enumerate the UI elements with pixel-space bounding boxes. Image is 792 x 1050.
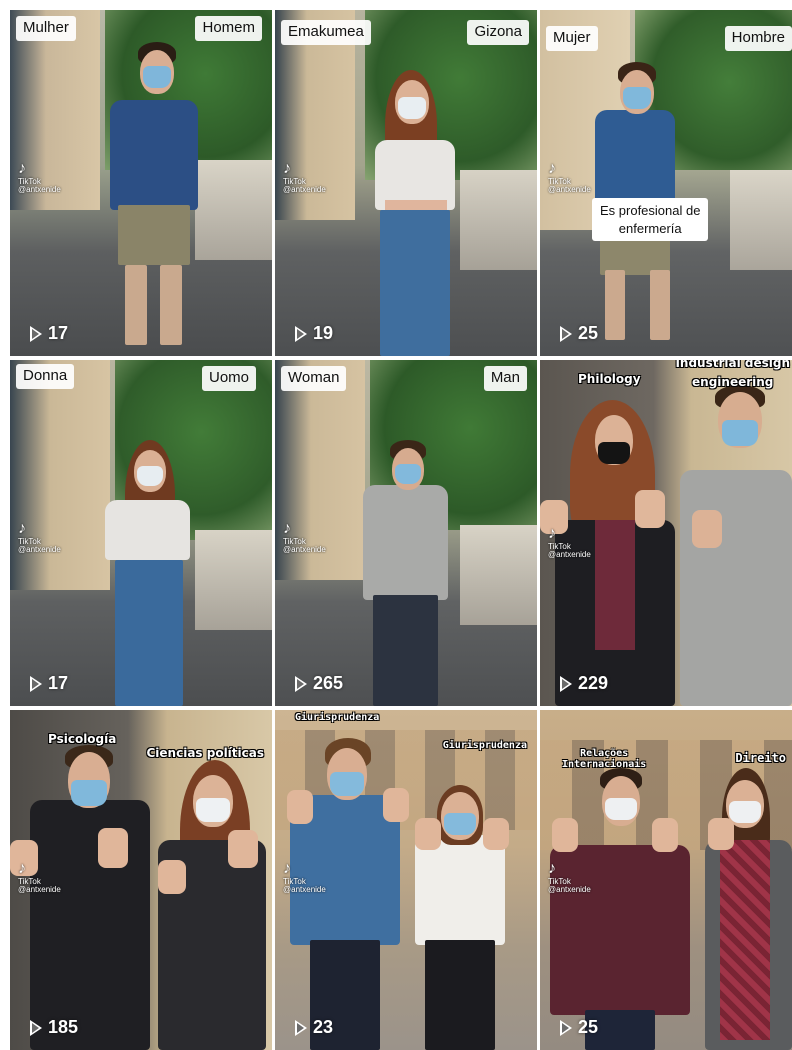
tiktok-watermark: ♪ TikTok @antxenide bbox=[18, 160, 61, 195]
tile-label-right: Uomo bbox=[201, 366, 256, 391]
tiktok-watermark: ♪ TikTok @antxenide bbox=[283, 160, 326, 195]
tiktok-logo-icon: ♪ bbox=[18, 860, 26, 877]
view-count: 23 bbox=[295, 1017, 333, 1038]
tiktok-logo-icon: ♪ bbox=[548, 860, 556, 877]
tiktok-watermark: ♪ TikTok @antxenide bbox=[18, 860, 61, 895]
view-count: 25 bbox=[560, 1017, 598, 1038]
tiktok-logo-icon: ♪ bbox=[548, 525, 556, 542]
view-count: 185 bbox=[30, 1017, 78, 1038]
view-count: 17 bbox=[30, 673, 68, 694]
view-count: 19 bbox=[295, 323, 333, 344]
view-count: 17 bbox=[30, 323, 68, 344]
play-icon bbox=[560, 325, 572, 342]
play-icon bbox=[560, 1019, 572, 1036]
video-tile-2[interactable]: Emakumea Gizona ♪ TikTok @antxenide 19 bbox=[275, 10, 537, 356]
play-icon bbox=[560, 675, 572, 692]
tiktok-logo-icon: ♪ bbox=[283, 860, 291, 877]
video-tile-4[interactable]: Donna Uomo ♪ TikTok @antxenide 17 bbox=[10, 360, 272, 706]
tiktok-logo-icon: ♪ bbox=[283, 160, 291, 177]
video-caption: Es profesional de enfermería bbox=[592, 198, 709, 242]
video-tile-7[interactable]: Psicología Ciencias políticas ♪ TikTok @an… bbox=[10, 710, 272, 1050]
tiktok-watermark: ♪ TikTok @antxenide bbox=[548, 860, 591, 895]
tile-label-right: Homem bbox=[195, 16, 262, 41]
play-icon bbox=[30, 1019, 42, 1036]
tile-label-right: Giurisprudenza bbox=[442, 740, 527, 751]
play-icon bbox=[295, 1019, 307, 1036]
tiktok-watermark: ♪ TikTok @antxenide bbox=[548, 160, 591, 195]
tile-label-right: Hombre bbox=[724, 26, 792, 51]
tile-label-left: Relações Internacionais bbox=[562, 748, 647, 770]
tiktok-watermark: ♪ TikTok @antxenide bbox=[18, 520, 61, 555]
video-tile-8[interactable]: Giurisprudenza Giurisprudenza ♪ TikTok @an… bbox=[275, 710, 537, 1050]
tile-label-left: Psicología bbox=[48, 732, 117, 746]
tile-label-left: Philology bbox=[578, 372, 641, 386]
tiktok-logo-icon: ♪ bbox=[18, 160, 26, 177]
tiktok-watermark: ♪ TikTok @antxenide bbox=[548, 525, 591, 560]
tiktok-logo-icon: ♪ bbox=[548, 160, 556, 177]
tile-label-left: Woman bbox=[281, 366, 347, 391]
tiktok-watermark: ♪ TikTok @antxenide bbox=[283, 520, 326, 555]
tile-label-left: Donna bbox=[16, 364, 75, 389]
tile-label-right: Man bbox=[483, 366, 527, 391]
video-tile-5[interactable]: Woman Man ♪ TikTok @antxenide 265 bbox=[275, 360, 537, 706]
video-tile-3[interactable]: Mujer Hombre Es profesional de enfermerí… bbox=[540, 10, 792, 356]
tile-label-right: Direito bbox=[735, 751, 786, 765]
view-count: 229 bbox=[560, 673, 608, 694]
video-grid: Mulher Homem ♪ TikTok @antxenide 17 Emakum… bbox=[10, 10, 792, 1050]
tile-label-left: Mulher bbox=[16, 16, 76, 41]
tile-label-right: Ciencias políticas bbox=[146, 746, 264, 760]
play-icon bbox=[295, 675, 307, 692]
tiktok-logo-icon: ♪ bbox=[283, 520, 291, 537]
view-count: 25 bbox=[560, 323, 598, 344]
view-count: 265 bbox=[295, 673, 343, 694]
tile-label-left: Emakumea bbox=[281, 20, 371, 45]
play-icon bbox=[295, 325, 307, 342]
tiktok-logo-icon: ♪ bbox=[18, 520, 26, 537]
play-icon bbox=[30, 675, 42, 692]
tile-label-right: Industrial design engineering bbox=[675, 360, 790, 389]
video-tile-1[interactable]: Mulher Homem ♪ TikTok @antxenide 17 bbox=[10, 10, 272, 356]
tile-label-left: Giurisprudenza bbox=[295, 712, 380, 723]
tiktok-watermark: ♪ TikTok @antxenide bbox=[283, 860, 326, 895]
play-icon bbox=[30, 325, 42, 342]
video-tile-6[interactable]: Philology Industrial design engineering … bbox=[540, 360, 792, 706]
tile-label-left: Mujer bbox=[546, 26, 598, 51]
tile-label-right: Gizona bbox=[467, 20, 529, 45]
video-tile-9[interactable]: Relações Internacionais Direito ♪ TikTok @… bbox=[540, 710, 792, 1050]
